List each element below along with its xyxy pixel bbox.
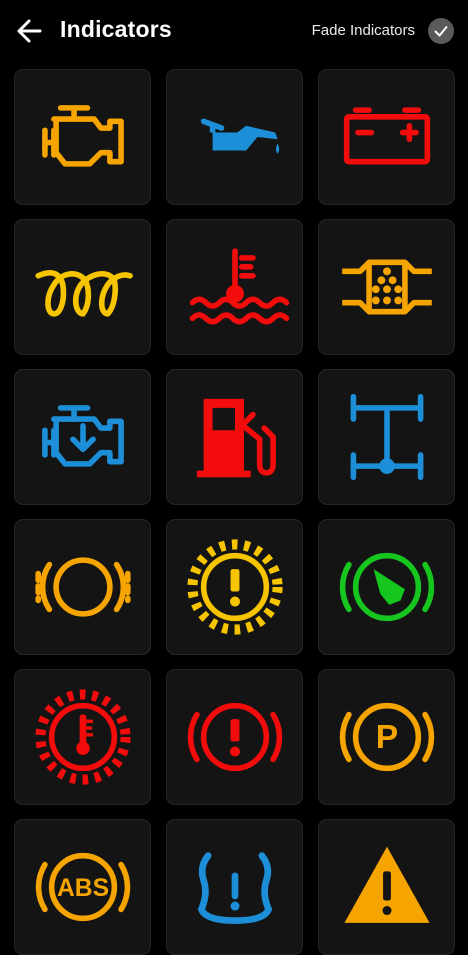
warning-triangle-icon <box>343 846 430 923</box>
indicator-tile-diesel-particulate-filter[interactable] <box>318 219 455 355</box>
coolant-temperature-icon <box>189 248 289 325</box>
indicator-tile-coolant-temperature[interactable] <box>166 219 303 355</box>
tire-pressure-icon <box>197 852 272 924</box>
abs-icon: ABS <box>35 852 130 922</box>
indicator-tile-oil-pressure[interactable] <box>166 69 303 205</box>
indicator-tile-transmission-warning[interactable] <box>166 519 303 655</box>
indicator-tile-fuel[interactable] <box>166 369 303 505</box>
back-button[interactable] <box>12 14 46 48</box>
indicator-tile-engine-download[interactable] <box>14 369 151 505</box>
fade-indicators-label[interactable]: Fade Indicators <box>312 22 415 39</box>
indicator-tile-glow-plug[interactable] <box>14 219 151 355</box>
indicator-tile-brake-pad-wear[interactable] <box>14 519 151 655</box>
app-header: Indicators Fade Indicators <box>0 0 468 62</box>
fade-indicators-toggle[interactable] <box>428 18 454 44</box>
engine-download-icon <box>41 405 124 467</box>
fuel-icon <box>196 398 276 478</box>
indicator-tile-parking-brake[interactable]: P <box>318 669 455 805</box>
brake-warning-icon <box>187 702 282 772</box>
indicator-tile-check-engine[interactable] <box>14 69 151 205</box>
transmission-warning-icon <box>186 539 283 635</box>
indicator-tile-brake-warning[interactable] <box>166 669 303 805</box>
transmission-temperature-icon <box>34 689 131 785</box>
four-wheel-drive-icon <box>350 393 423 481</box>
arrow-left-icon <box>17 19 42 43</box>
brake-pad-wear-icon <box>34 557 131 617</box>
battery-icon <box>343 107 430 165</box>
check-engine-icon <box>41 105 124 167</box>
abs-text: ABS <box>57 875 109 902</box>
parking-brake-icon: P <box>339 702 434 772</box>
indicator-tile-brake-hold[interactable] <box>318 519 455 655</box>
oil-pressure-icon <box>200 118 279 154</box>
indicator-grid: P ABS <box>14 69 455 955</box>
indicator-tile-warning-triangle[interactable] <box>318 819 455 955</box>
glow-plug-icon <box>34 270 133 317</box>
indicator-tile-tire-pressure[interactable] <box>166 819 303 955</box>
svg-text:P: P <box>375 719 397 756</box>
brake-hold-icon <box>339 552 434 622</box>
diesel-particulate-filter-icon <box>341 259 432 315</box>
indicator-tile-transmission-temperature[interactable] <box>14 669 151 805</box>
indicator-tile-battery[interactable] <box>318 69 455 205</box>
indicator-tile-abs[interactable]: ABS <box>14 819 151 955</box>
indicator-tile-four-wheel-drive[interactable] <box>318 369 455 505</box>
checkmark-icon <box>434 26 448 37</box>
page-title: Indicators <box>60 16 172 42</box>
